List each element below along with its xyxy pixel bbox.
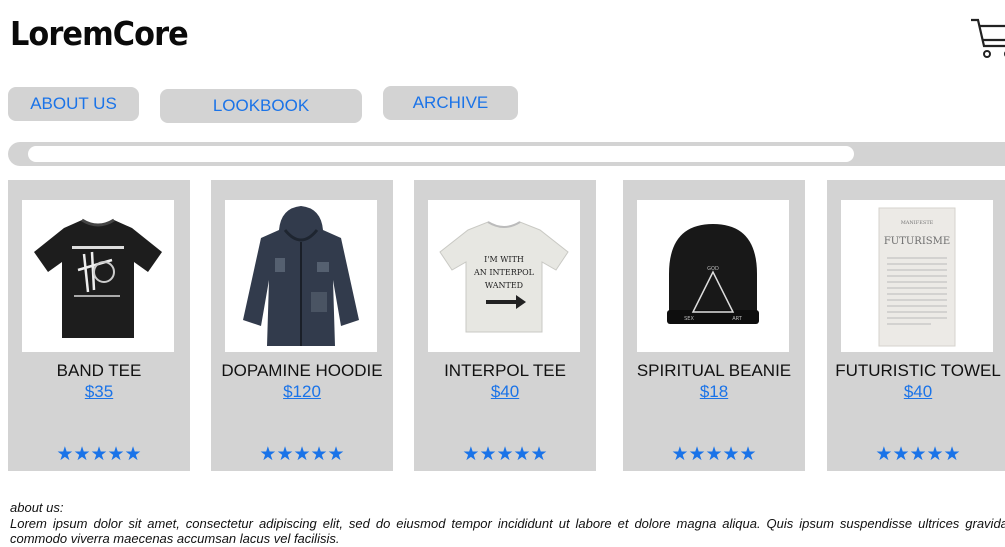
product-name: SPIRITUAL BEANIE $18 bbox=[623, 360, 805, 402]
svg-text:I'M WITH: I'M WITH bbox=[484, 255, 524, 264]
rating-stars: ★★★★★ bbox=[671, 443, 757, 465]
rating-stars: ★★★★★ bbox=[56, 443, 142, 465]
rating-stars: ★★★★★ bbox=[462, 443, 548, 465]
product-card-band-tee[interactable]: BAND TEE $35 ★★★★★ bbox=[8, 180, 190, 471]
product-name: DOPAMINE HOODIE $120 bbox=[211, 360, 393, 402]
nav-about-us[interactable]: ABOUT US bbox=[8, 87, 139, 121]
product-price[interactable]: $18 bbox=[623, 381, 805, 402]
product-name: BAND TEE $35 bbox=[8, 360, 190, 402]
product-name: FUTURISTIC TOWEL $40 bbox=[827, 360, 1005, 402]
svg-text:SEX: SEX bbox=[684, 316, 694, 322]
about-text: Lorem ipsum dolor sit amet, consectetur … bbox=[10, 516, 1005, 546]
product-name: INTERPOL TEE $40 bbox=[414, 360, 596, 402]
scrollbar-thumb[interactable] bbox=[28, 146, 854, 162]
product-card-interpol-tee[interactable]: I'M WITH AN INTERPOL WANTED INTERPOL TEE… bbox=[414, 180, 596, 471]
svg-text:ART: ART bbox=[732, 316, 743, 322]
band-tee-image[interactable] bbox=[22, 200, 174, 352]
brand-logo[interactable]: LoremCore bbox=[10, 14, 189, 53]
svg-text:WANTED: WANTED bbox=[485, 281, 523, 290]
product-price[interactable]: $120 bbox=[211, 381, 393, 402]
beanie-image[interactable]: GOD SEX ART bbox=[637, 200, 789, 352]
product-price[interactable]: $35 bbox=[8, 381, 190, 402]
interpol-tee-image[interactable]: I'M WITH AN INTERPOL WANTED bbox=[428, 200, 580, 352]
svg-text:AN INTERPOL: AN INTERPOL bbox=[473, 268, 535, 277]
svg-text:GOD: GOD bbox=[707, 266, 719, 272]
nav-archive[interactable]: ARCHIVE bbox=[383, 86, 518, 120]
nav-lookbook[interactable]: LOOKBOOK bbox=[160, 89, 362, 123]
svg-text:MANIFESTE: MANIFESTE bbox=[901, 220, 934, 226]
cart-icon[interactable] bbox=[968, 14, 1005, 64]
rating-stars: ★★★★★ bbox=[259, 443, 345, 465]
about-heading: about us: bbox=[10, 500, 64, 515]
svg-text:FUTURISME: FUTURISME bbox=[884, 236, 950, 247]
hoodie-image[interactable] bbox=[225, 200, 377, 352]
product-price[interactable]: $40 bbox=[827, 381, 1005, 402]
product-card-spiritual-beanie[interactable]: GOD SEX ART SPIRITUAL BEANIE $18 ★★★★★ bbox=[623, 180, 805, 471]
product-card-futuristic-towel[interactable]: MANIFESTE FUTURISME FUTURISTIC TOWEL $40… bbox=[827, 180, 1005, 471]
product-price[interactable]: $40 bbox=[414, 381, 596, 402]
towel-image[interactable]: MANIFESTE FUTURISME bbox=[841, 200, 993, 352]
product-card-dopamine-hoodie[interactable]: DOPAMINE HOODIE $120 ★★★★★ bbox=[211, 180, 393, 471]
rating-stars: ★★★★★ bbox=[875, 443, 961, 465]
